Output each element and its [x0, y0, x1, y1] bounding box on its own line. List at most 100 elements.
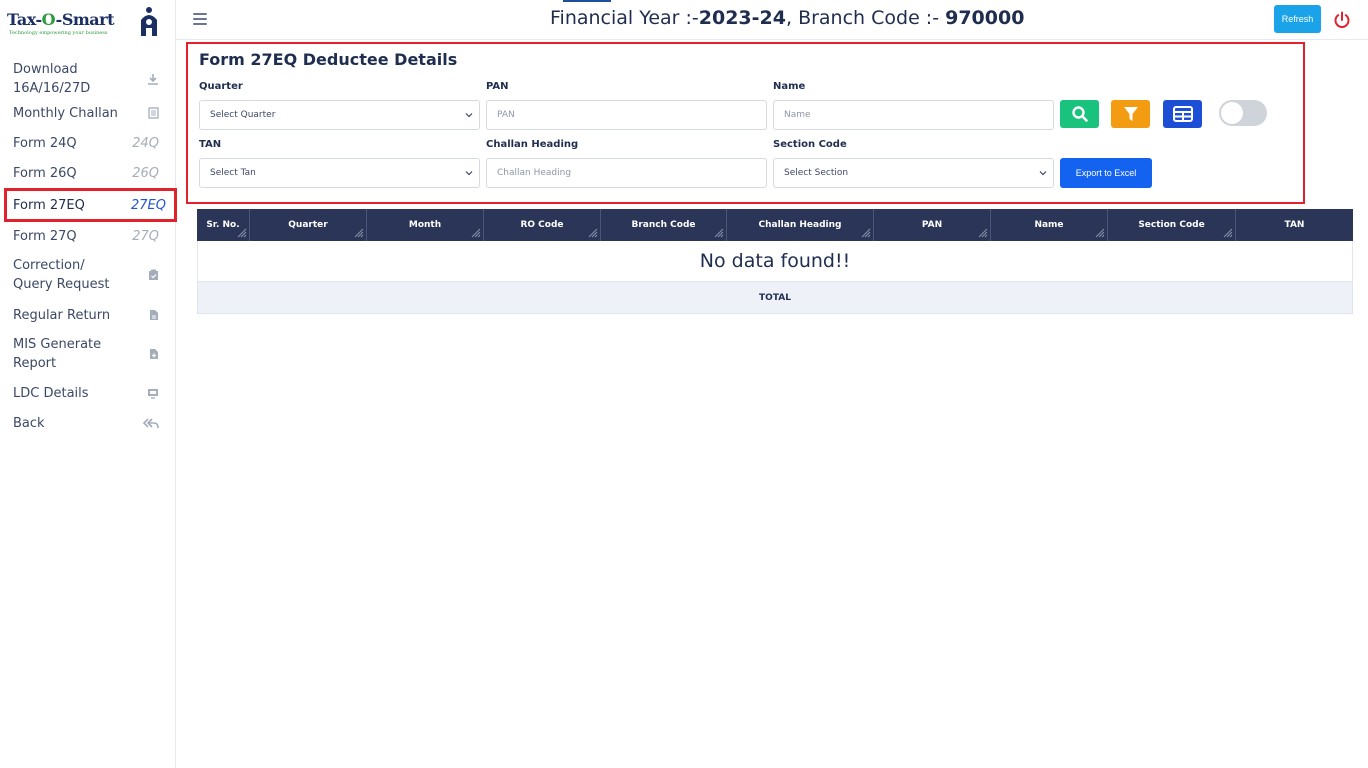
section-code-label: Section Code [773, 139, 847, 150]
resize-grip-icon[interactable] [352, 226, 364, 238]
sidebar-item-label: Form 27Q [13, 228, 77, 244]
chevron-down-icon [1039, 171, 1047, 176]
sidebar-item-mis-report[interactable]: MIS Generate Report [0, 330, 176, 378]
view-toggle[interactable] [1219, 100, 1267, 126]
tab-indicator [563, 0, 611, 2]
sidebar-item-label: Monthly Challan [13, 105, 118, 121]
sidebar-item-label: Back [13, 415, 45, 431]
section-code-select[interactable]: Select Section [773, 158, 1054, 188]
column-header-pan[interactable]: PAN [874, 209, 991, 241]
sidebar: Tax-O-Smart Technology empowering your b… [0, 0, 177, 768]
sidebar-item-correction[interactable]: Correction/ Query Request [0, 250, 176, 300]
table-total-row: TOTAL [197, 282, 1353, 314]
monitor-icon [148, 388, 158, 399]
tan-label: TAN [199, 139, 222, 150]
text-icon: 24Q [132, 135, 159, 151]
sidebar-item-form-26q[interactable]: Form 26Q 26Q [0, 158, 176, 188]
sidebar-menu: Download 16A/16/27D Monthly Challan Form… [0, 60, 177, 438]
table-view-button[interactable] [1163, 100, 1202, 128]
brand-tagline: Technology empowering your business [9, 30, 108, 36]
sidebar-item-ldc-details[interactable]: LDC Details [0, 378, 176, 408]
column-header-month[interactable]: Month [367, 209, 484, 241]
column-header-label: Challan Heading [758, 220, 842, 230]
sidebar-item-label: Form 24Q [13, 135, 77, 151]
column-header-sr-no[interactable]: Sr. No. [197, 209, 250, 241]
filter-button[interactable] [1111, 100, 1150, 128]
sidebar-item-regular-return[interactable]: Regular Return [0, 300, 176, 330]
column-header-label: TAN [1284, 220, 1305, 230]
column-header-label: Month [408, 220, 442, 230]
tan-select[interactable]: Select Tan [199, 158, 480, 188]
section-select-value: Select Section [784, 168, 849, 178]
column-header-name[interactable]: Name [991, 209, 1108, 241]
tan-select-value: Select Tan [210, 168, 256, 178]
chevron-down-icon [465, 113, 473, 118]
challan-heading-label: Challan Heading [486, 139, 579, 150]
sidebar-item-back[interactable]: Back [0, 408, 176, 438]
column-header-label: Quarter [288, 220, 328, 230]
toggle-knob [1221, 102, 1243, 124]
empty-state-message: No data found!! [197, 241, 1353, 282]
clipboard-icon [149, 269, 158, 280]
hamburger-menu-icon[interactable] [193, 13, 207, 25]
name-placeholder: Name [784, 110, 811, 120]
column-header-label: RO Code [520, 220, 564, 230]
chevron-down-icon [465, 171, 473, 176]
sidebar-item-download[interactable]: Download 16A/16/27D [0, 60, 176, 98]
column-header-label: Name [1034, 220, 1064, 230]
fy-prefix: Financial Year :- [550, 7, 699, 29]
download-icon [148, 74, 158, 85]
pan-placeholder: PAN [497, 110, 515, 120]
column-header-tan[interactable]: TAN [1236, 209, 1353, 241]
resize-grip-icon[interactable] [859, 226, 871, 238]
text-icon: 27Q [132, 228, 159, 244]
column-header-challan-heading[interactable]: Challan Heading [727, 209, 874, 241]
sidebar-item-label: MIS Generate Report [13, 337, 102, 371]
column-header-quarter[interactable]: Quarter [250, 209, 367, 241]
column-header-label: PAN [921, 220, 943, 230]
power-icon[interactable] [1333, 11, 1351, 29]
fy-value: 2023-24 [698, 7, 786, 29]
sidebar-item-monthly-challan[interactable]: Monthly Challan [0, 98, 176, 128]
page-title: Form 27EQ Deductee Details [199, 50, 458, 69]
brand-name: Tax-O-Smart [7, 10, 114, 29]
search-button[interactable] [1060, 100, 1099, 128]
deductee-table: Sr. No. Quarter Month RO Code Branch Cod… [197, 209, 1353, 314]
text-icon: 26Q [132, 165, 159, 181]
quarter-select-value: Select Quarter [210, 110, 276, 120]
brand-logo[interactable]: Tax-O-Smart Technology empowering your b… [7, 6, 167, 46]
file-icon [150, 310, 158, 320]
quarter-select[interactable]: Select Quarter [199, 100, 480, 130]
document-icon [148, 107, 159, 119]
resize-grip-icon[interactable] [1093, 226, 1105, 238]
name-input[interactable]: Name [773, 100, 1054, 130]
resize-grip-icon[interactable] [586, 226, 598, 238]
sidebar-item-form-27eq[interactable]: Form 27EQ 27EQ [4, 188, 177, 222]
table-icon [1172, 106, 1193, 122]
sidebar-item-label: Form 26Q [13, 165, 77, 181]
sidebar-item-label: Regular Return [13, 307, 111, 323]
column-header-section-code[interactable]: Section Code [1108, 209, 1236, 241]
pan-input[interactable]: PAN [486, 100, 767, 130]
text-icon: 27EQ [131, 197, 166, 213]
resize-grip-icon[interactable] [976, 226, 988, 238]
pan-label: PAN [486, 81, 509, 92]
export-to-excel-button[interactable]: Export to Excel [1060, 158, 1152, 188]
resize-grip-icon[interactable] [469, 226, 481, 238]
resize-grip-icon[interactable] [712, 226, 724, 238]
resize-grip-icon[interactable] [235, 226, 247, 238]
page-heading: Financial Year :-2023-24, Branch Code :-… [550, 7, 1024, 29]
challan-heading-input[interactable]: Challan Heading [486, 158, 767, 188]
name-label: Name [773, 81, 806, 92]
resize-grip-icon[interactable] [1221, 226, 1233, 238]
branch-prefix: , Branch Code :- [785, 7, 946, 29]
sidebar-item-form-24q[interactable]: Form 24Q 24Q [0, 128, 176, 158]
filter-icon [1123, 107, 1138, 121]
sidebar-item-form-27q[interactable]: Form 27Q 27Q [0, 222, 176, 250]
column-header-branch-code[interactable]: Branch Code [601, 209, 727, 241]
file-add-icon [150, 349, 158, 359]
emblem-icon [141, 7, 157, 36]
filter-panel: Form 27EQ Deductee Details Quarter Selec… [186, 42, 1305, 204]
refresh-button[interactable]: Refresh [1274, 5, 1321, 33]
column-header-ro-code[interactable]: RO Code [484, 209, 601, 241]
